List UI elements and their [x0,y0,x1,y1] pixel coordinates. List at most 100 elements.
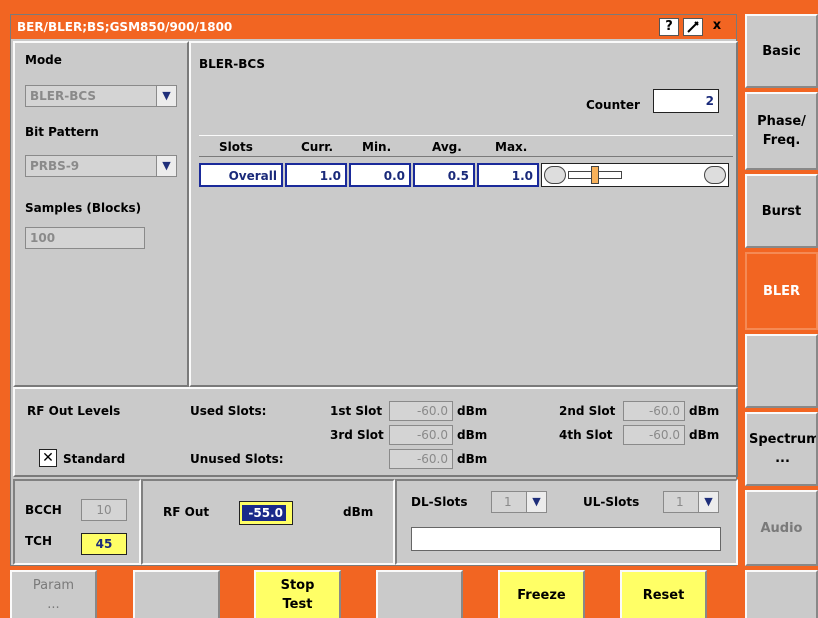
bit-pattern-dropdown[interactable]: PRBS-9 ▼ [25,155,177,177]
slider-min-handle[interactable] [544,166,566,184]
ul-slots-value: 1 [676,495,684,509]
window-title: BER/BLER;BS;GSM850/900/1800 [17,20,233,34]
measurement-window: BER/BLER;BS;GSM850/900/1800 ? x Mode BLE… [10,14,738,566]
col-min: Min. [362,140,392,154]
results-panel: BLER-BCS Counter 2 Slots Curr. Min. Avg.… [189,41,738,387]
slot4-label: 4th Slot [559,428,613,442]
bit-pattern-label: Bit Pattern [25,125,99,139]
ul-slots-label: UL-Slots [583,495,640,509]
softkey-empty-1[interactable] [133,570,220,618]
tch-field[interactable]: 45 [81,533,127,555]
row-min: 0.0 [349,163,411,187]
nav-burst-label: Burst [761,203,802,219]
nav-basic[interactable]: Basic [745,14,818,88]
param-label-2: ... [47,597,60,612]
softkey-empty-2[interactable] [376,570,463,618]
counter-label: Counter [586,98,640,112]
wrench-icon[interactable] [683,18,703,36]
samples-value: 100 [30,231,56,245]
channel-panel: BCCH 10 TCH 45 [13,479,141,565]
bcch-field[interactable]: 10 [81,499,127,521]
dl-slots-value: 1 [504,495,512,509]
row-max: 1.0 [477,163,539,187]
nav-empty[interactable] [745,334,818,408]
mode-label: Mode [25,53,62,67]
stop-label-1: Stop [280,578,315,593]
slot4-value[interactable]: -60.0 [623,425,685,445]
samples-field[interactable]: 100 [25,227,145,249]
help-icon[interactable]: ? [659,18,679,36]
row-curr: 1.0 [285,163,347,187]
softkey-empty-3[interactable] [745,570,818,618]
unused-slots-label: Unused Slots: [190,452,284,466]
freeze-softkey[interactable]: Freeze [498,570,585,618]
ul-slots-dropdown[interactable]: 1 ▼ [663,491,719,513]
reset-label: Reset [642,587,685,603]
nav-bler[interactable]: BLER [745,252,818,330]
col-avg: Avg. [432,140,462,154]
slot3-label: 3rd Slot [330,428,384,442]
results-title: BLER-BCS [199,57,266,71]
tch-label: TCH [25,534,53,548]
close-icon[interactable]: x [707,18,727,36]
col-slots: Slots [219,140,253,154]
slot4-unit: dBm [689,428,720,442]
slot2-value[interactable]: -60.0 [623,401,685,421]
mode-dropdown[interactable]: BLER-BCS ▼ [25,85,177,107]
standard-label: Standard [63,452,126,466]
slot2-unit: dBm [689,404,720,418]
results-table-header: Slots Curr. Min. Avg. Max. [199,135,733,157]
slider-marker [591,166,599,184]
rf-out-levels-panel: RF Out Levels Used Slots: Unused Slots: … [13,387,738,477]
param-softkey[interactable]: Param ... [10,570,97,618]
col-curr: Curr. [301,140,334,154]
rf-out-label: RF Out [163,505,210,519]
param-label-1: Param [32,578,75,593]
reset-softkey[interactable]: Reset [620,570,707,618]
col-max: Max. [495,140,528,154]
settings-panel: Mode BLER-BCS ▼ Bit Pattern PRBS-9 ▼ Sam… [13,41,189,387]
stop-test-softkey[interactable]: Stop Test [254,570,341,618]
row-avg: 0.5 [413,163,475,187]
dl-slots-dropdown[interactable]: 1 ▼ [491,491,547,513]
slot2-label: 2nd Slot [559,404,616,418]
unused-slots-value[interactable]: -60.0 [389,449,453,469]
rf-out-field[interactable]: -55.0 [239,501,293,525]
nav-bler-label: BLER [762,283,801,299]
chevron-down-icon[interactable]: ▼ [156,156,176,176]
freeze-label: Freeze [517,587,566,603]
nav-phase-freq[interactable]: Phase/ Freq. [745,92,818,170]
chevron-down-icon[interactable]: ▼ [526,492,546,512]
stop-label-2: Test [282,597,313,612]
bcch-label: BCCH [25,503,62,517]
nav-phase-label-2: Freq. [762,133,801,148]
nav-audio[interactable]: Audio [745,490,818,566]
slot1-value[interactable]: -60.0 [389,401,453,421]
slot3-value[interactable]: -60.0 [389,425,453,445]
nav-burst[interactable]: Burst [745,174,818,248]
chevron-down-icon[interactable]: ▼ [698,492,718,512]
nav-basic-label: Basic [762,43,801,59]
nav-spectrum-label-2: ... [775,451,790,466]
standard-checkbox[interactable]: ✕ [39,449,57,467]
slider-max-handle[interactable] [704,166,726,184]
unused-unit: dBm [457,452,488,466]
slots-panel: DL-Slots 1 ▼ UL-Slots 1 ▼ [395,479,738,565]
dl-slots-label: DL-Slots [411,495,468,509]
slot1-label: 1st Slot [330,404,383,418]
nav-spectrum-label-1: Spectrum [749,432,818,447]
window-titlebar: BER/BLER;BS;GSM850/900/1800 [11,15,736,39]
rf-out-panel: RF Out -55.0 dBm [141,479,395,565]
used-slots-label: Used Slots: [190,404,267,418]
nav-spectrum[interactable]: Spectrum ... [745,412,818,486]
rf-out-value: -55.0 [242,505,286,521]
nav-phase-label-1: Phase/ [757,114,806,129]
rf-out-unit: dBm [343,505,374,519]
rf-out-levels-label: RF Out Levels [27,404,121,418]
slot3-unit: dBm [457,428,488,442]
chevron-down-icon[interactable]: ▼ [156,86,176,106]
message-field [411,527,721,551]
range-slider[interactable] [541,163,729,187]
mode-value: BLER-BCS [30,89,97,103]
slot1-unit: dBm [457,404,488,418]
